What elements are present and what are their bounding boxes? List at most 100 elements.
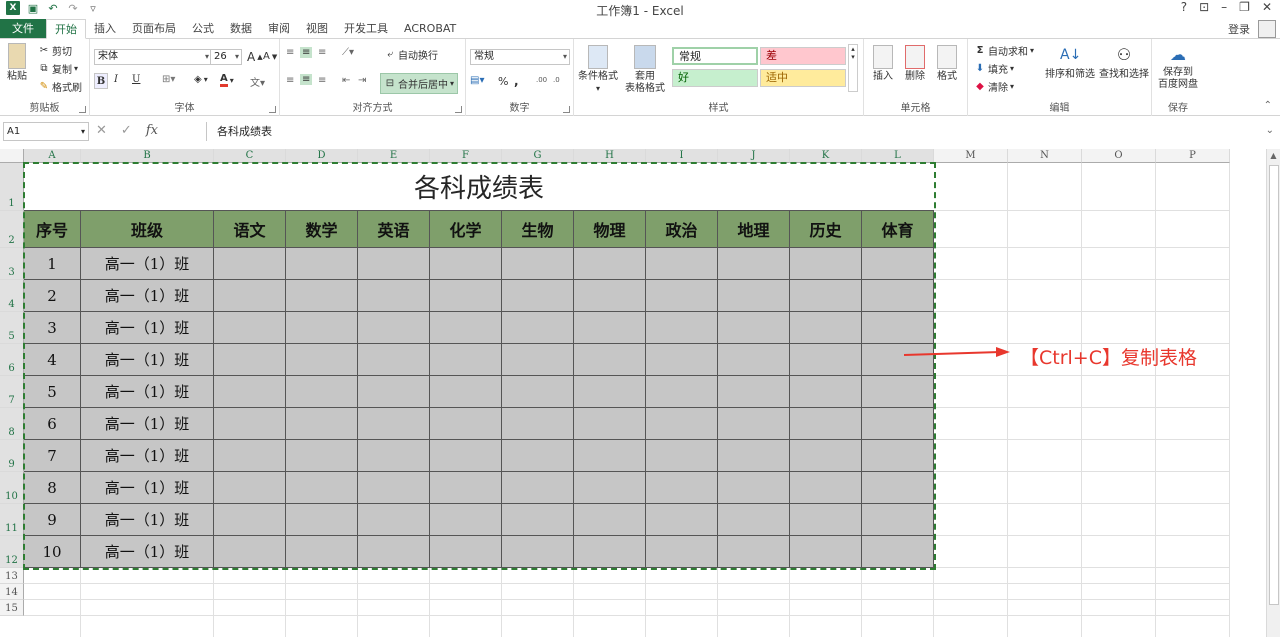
tab-file[interactable]: 文件 — [0, 19, 46, 38]
align-right-icon[interactable]: ≡ — [318, 75, 326, 86]
score-cell[interactable] — [646, 472, 718, 504]
save-to-cloud-button[interactable]: ☁ 保存到 百度网盘 — [1154, 45, 1202, 91]
score-cell[interactable] — [646, 312, 718, 344]
score-cell[interactable] — [286, 408, 358, 440]
score-cell[interactable] — [286, 280, 358, 312]
score-cell[interactable] — [430, 440, 502, 472]
help-icon[interactable]: ? — [1181, 0, 1187, 14]
row-header[interactable]: 4 — [0, 280, 24, 312]
percent-button[interactable]: % — [498, 75, 508, 88]
align-top-icon[interactable]: ≡ — [286, 47, 294, 58]
score-cell[interactable] — [502, 376, 574, 408]
score-cell[interactable] — [358, 472, 430, 504]
row-number-cell[interactable]: 1 — [24, 248, 81, 280]
score-cell[interactable] — [286, 504, 358, 536]
row-header[interactable]: 15 — [0, 600, 24, 616]
class-cell[interactable]: 高一（1）班 — [81, 408, 214, 440]
table-header-cell[interactable]: 序号 — [24, 211, 81, 248]
score-cell[interactable] — [214, 504, 286, 536]
class-cell[interactable]: 高一（1）班 — [81, 280, 214, 312]
score-cell[interactable] — [286, 536, 358, 568]
name-box[interactable]: A1 ▾ — [3, 122, 89, 141]
score-cell[interactable] — [430, 376, 502, 408]
score-cell[interactable] — [286, 312, 358, 344]
score-cell[interactable] — [718, 344, 790, 376]
score-cell[interactable] — [502, 536, 574, 568]
column-header[interactable]: I — [646, 149, 718, 163]
table-header-cell[interactable]: 数学 — [286, 211, 358, 248]
row-header[interactable]: 12 — [0, 536, 24, 568]
score-cell[interactable] — [790, 408, 862, 440]
score-cell[interactable] — [862, 472, 934, 504]
column-header[interactable]: F — [430, 149, 502, 163]
table-header-cell[interactable]: 英语 — [358, 211, 430, 248]
fill-button[interactable]: ⬇ 填充 ▾ — [974, 61, 1014, 77]
tab-developer[interactable]: 开发工具 — [336, 19, 396, 38]
score-cell[interactable] — [646, 408, 718, 440]
score-cell[interactable] — [574, 248, 646, 280]
row-number-cell[interactable]: 9 — [24, 504, 81, 536]
save-icon[interactable]: ▣ — [26, 1, 40, 15]
score-cell[interactable] — [862, 440, 934, 472]
score-cell[interactable] — [430, 280, 502, 312]
minimize-icon[interactable]: – — [1221, 0, 1227, 14]
score-cell[interactable] — [718, 312, 790, 344]
row-header[interactable]: 14 — [0, 584, 24, 600]
column-header[interactable]: C — [214, 149, 286, 163]
score-cell[interactable] — [646, 536, 718, 568]
class-cell[interactable]: 高一（1）班 — [81, 536, 214, 568]
alignment-launcher-icon[interactable] — [455, 106, 462, 113]
bold-button[interactable]: B — [94, 73, 108, 89]
score-cell[interactable] — [646, 376, 718, 408]
score-cell[interactable] — [286, 344, 358, 376]
table-header-cell[interactable]: 物理 — [574, 211, 646, 248]
row-number-cell[interactable]: 8 — [24, 472, 81, 504]
cancel-icon[interactable]: ✕ — [96, 123, 107, 138]
score-cell[interactable] — [790, 536, 862, 568]
column-header[interactable]: D — [286, 149, 358, 163]
cut-button[interactable]: ✂ 剪切 — [38, 43, 72, 59]
style-good[interactable]: 好 — [672, 69, 758, 87]
format-painter-button[interactable]: ✎ 格式刷 — [38, 79, 82, 95]
table-header-cell[interactable]: 体育 — [862, 211, 934, 248]
paste-button[interactable]: 粘贴 — [4, 43, 30, 83]
table-header-cell[interactable]: 地理 — [718, 211, 790, 248]
score-cell[interactable] — [862, 312, 934, 344]
score-cell[interactable] — [214, 248, 286, 280]
score-cell[interactable] — [718, 248, 790, 280]
increase-indent-icon[interactable]: ⇥ — [358, 75, 366, 86]
undo-icon[interactable]: ↶ — [46, 1, 60, 15]
score-cell[interactable] — [790, 248, 862, 280]
score-cell[interactable] — [358, 280, 430, 312]
class-cell[interactable]: 高一（1）班 — [81, 472, 214, 504]
borders-icon[interactable]: ⊞▾ — [162, 74, 175, 85]
insert-cells-button[interactable]: 插入 — [868, 45, 898, 83]
styles-scroll[interactable]: ▴ ▾ — [848, 44, 858, 92]
tab-acrobat[interactable]: ACROBAT — [396, 19, 464, 38]
restore-icon[interactable]: ❐ — [1239, 0, 1250, 14]
orientation-icon[interactable]: ⟋▾ — [342, 47, 354, 58]
expand-formula-icon[interactable]: ⌄ — [1266, 125, 1274, 136]
score-cell[interactable] — [862, 408, 934, 440]
underline-button[interactable]: U — [132, 74, 140, 85]
score-cell[interactable] — [214, 536, 286, 568]
comma-button[interactable]: , — [514, 74, 519, 88]
row-header[interactable]: 1 — [0, 163, 24, 211]
score-cell[interactable] — [358, 504, 430, 536]
score-cell[interactable] — [430, 536, 502, 568]
align-bottom-icon[interactable]: ≡ — [318, 47, 326, 58]
font-size-combo[interactable]: 26 ▾ — [210, 49, 242, 65]
row-header[interactable]: 9 — [0, 440, 24, 472]
score-cell[interactable] — [214, 408, 286, 440]
score-cell[interactable] — [214, 472, 286, 504]
close-icon[interactable]: ✕ — [1262, 0, 1272, 14]
tab-home[interactable]: 开始 — [46, 19, 86, 39]
find-select-button[interactable]: ⚇ 查找和选择 — [1096, 43, 1152, 81]
score-cell[interactable] — [574, 376, 646, 408]
accounting-icon[interactable]: ▤▾ — [470, 75, 484, 86]
row-number-cell[interactable]: 5 — [24, 376, 81, 408]
score-cell[interactable] — [718, 536, 790, 568]
column-header[interactable]: E — [358, 149, 430, 163]
align-center-icon[interactable]: ≡ — [300, 74, 313, 85]
column-header[interactable]: A — [24, 149, 81, 163]
